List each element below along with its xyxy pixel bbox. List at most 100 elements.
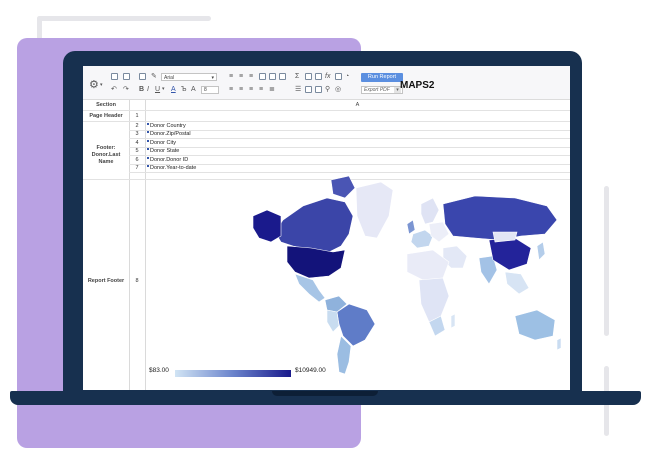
chevron-down-icon: ▾ bbox=[211, 75, 214, 81]
row-number: 8 bbox=[135, 278, 139, 284]
row-number: 6 bbox=[135, 157, 139, 163]
gear-icon[interactable]: ⚙ bbox=[89, 80, 99, 91]
cell-marker-icon bbox=[147, 140, 149, 142]
legend-max-label: $10949.00 bbox=[295, 367, 326, 374]
map-region-scandinavia bbox=[420, 197, 440, 225]
grid-divider bbox=[83, 121, 570, 122]
hyperlink-icon[interactable]: ⚲ bbox=[325, 86, 330, 93]
section-page-header[interactable]: Page Header bbox=[83, 113, 129, 119]
grid-divider bbox=[129, 172, 570, 173]
map-region-new-zealand bbox=[556, 337, 562, 351]
cell-marker-icon bbox=[147, 165, 149, 167]
map-region-japan bbox=[536, 241, 546, 261]
world-map[interactable] bbox=[253, 176, 563, 376]
save-icon[interactable] bbox=[111, 73, 118, 80]
row-number: 5 bbox=[135, 148, 139, 154]
font-size-icon[interactable]: Ъ bbox=[181, 86, 187, 93]
merge-cells-icon[interactable] bbox=[269, 73, 276, 80]
format-painter-icon[interactable] bbox=[139, 73, 146, 80]
laptop-notch bbox=[272, 391, 378, 396]
align-center-icon[interactable]: ≡ bbox=[239, 86, 243, 93]
pencil-icon[interactable]: ✎ bbox=[151, 73, 157, 80]
export-value: Export PDF bbox=[364, 87, 390, 93]
indent-icon[interactable]: ≣ bbox=[269, 86, 275, 93]
cell-marker-icon bbox=[147, 148, 149, 150]
chart-icon[interactable] bbox=[315, 73, 322, 80]
font-color-icon[interactable]: A bbox=[171, 86, 176, 93]
barcode-icon[interactable] bbox=[315, 86, 322, 93]
section-column-header: Section bbox=[96, 102, 116, 108]
fill-icon[interactable]: A bbox=[191, 86, 196, 93]
align-justify-icon[interactable]: ≡ bbox=[259, 86, 263, 93]
gauge-icon[interactable]: ◔ bbox=[345, 73, 349, 80]
row-number: 7 bbox=[135, 165, 139, 171]
grid-divider bbox=[83, 110, 570, 111]
align-bottom-icon[interactable]: ≡ bbox=[249, 73, 253, 80]
font-size-input[interactable]: 8 bbox=[201, 86, 219, 94]
map-region-alaska bbox=[253, 209, 282, 243]
legend-gradient bbox=[175, 370, 291, 377]
crosstab-icon[interactable] bbox=[335, 73, 342, 80]
map-region-canada bbox=[274, 197, 354, 253]
map-icon[interactable]: ◎ bbox=[335, 86, 341, 93]
align-top-icon[interactable]: ≡ bbox=[229, 73, 233, 80]
font-size-value: 8 bbox=[204, 87, 207, 93]
cell-marker-icon bbox=[147, 123, 149, 125]
row-number: 4 bbox=[135, 140, 139, 146]
map-region-central-africa bbox=[418, 277, 450, 323]
redo-icon[interactable]: ↷ bbox=[123, 86, 129, 93]
map-region-europe-west bbox=[410, 229, 434, 249]
cell-marker-icon bbox=[147, 131, 149, 133]
field-cell[interactable]: Donor.Year-to-date bbox=[145, 165, 196, 171]
decorative-line bbox=[604, 186, 609, 336]
section-footer[interactable]: Footer: Donor.Last Name bbox=[87, 145, 125, 166]
row-number: 2 bbox=[135, 123, 139, 129]
report-designer-screen: ⚙ ▾ ↶ ↷ ✎ Arial ▾ B I U ▾ A Ъ A 8 ≡ ≡ ≡ … bbox=[83, 66, 570, 390]
legend-min-label: $83.00 bbox=[149, 367, 169, 374]
toolbar: ⚙ ▾ ↶ ↷ ✎ Arial ▾ B I U ▾ A Ъ A 8 ≡ ≡ ≡ … bbox=[83, 66, 570, 100]
field-cell[interactable]: Donor State bbox=[145, 148, 179, 154]
list-icon[interactable]: ☰ bbox=[295, 86, 301, 93]
cell-marker-icon bbox=[147, 157, 149, 159]
map-region-usa bbox=[286, 245, 346, 279]
map-region-peru bbox=[326, 309, 340, 333]
grid-divider bbox=[129, 147, 570, 148]
table-icon[interactable] bbox=[259, 73, 266, 80]
field-cell[interactable]: Donor City bbox=[145, 140, 176, 146]
field-cell[interactable]: Donor Country bbox=[145, 123, 186, 129]
underline-icon[interactable]: U bbox=[155, 86, 160, 93]
map-region-arctic-islands bbox=[330, 176, 356, 199]
align-right-icon[interactable]: ≡ bbox=[249, 86, 253, 93]
export-select[interactable]: Export PDF ▾ bbox=[361, 86, 403, 94]
map-region-greenland bbox=[355, 181, 394, 239]
report-title[interactable]: MAPS2 bbox=[400, 80, 434, 91]
italic-icon[interactable]: I bbox=[147, 86, 149, 93]
image-icon[interactable] bbox=[305, 73, 312, 80]
section-report-footer[interactable]: Report Footer bbox=[83, 278, 129, 284]
chevron-down-icon[interactable]: ▾ bbox=[100, 82, 103, 89]
function-icon[interactable]: fx bbox=[325, 73, 330, 80]
row-number: 1 bbox=[135, 113, 139, 119]
column-a-header[interactable]: A bbox=[145, 102, 570, 108]
chevron-down-icon[interactable]: ▾ bbox=[162, 86, 165, 93]
font-family-select[interactable]: Arial ▾ bbox=[161, 73, 217, 81]
columns-icon[interactable] bbox=[279, 73, 286, 80]
run-report-button[interactable]: Run Report bbox=[361, 73, 403, 82]
field-cell[interactable]: Donor.Zip/Postal bbox=[145, 131, 191, 137]
row-number: 3 bbox=[135, 131, 139, 137]
bold-icon[interactable]: B bbox=[139, 86, 144, 93]
font-family-value: Arial bbox=[164, 75, 175, 81]
subreport-icon[interactable] bbox=[305, 86, 312, 93]
insert-icon[interactable] bbox=[123, 73, 130, 80]
grid-divider bbox=[129, 138, 570, 139]
align-left-icon[interactable]: ≡ bbox=[229, 86, 233, 93]
align-middle-icon[interactable]: ≡ bbox=[239, 73, 243, 80]
field-cell[interactable]: Donor.Donor ID bbox=[145, 157, 188, 163]
map-region-uk bbox=[406, 219, 416, 235]
undo-icon[interactable]: ↶ bbox=[111, 86, 117, 93]
map-region-southeast-asia bbox=[504, 271, 530, 295]
sum-icon[interactable]: Σ bbox=[295, 73, 299, 80]
grid-divider bbox=[129, 155, 570, 156]
map-region-madagascar bbox=[450, 313, 456, 329]
grid-divider bbox=[129, 130, 570, 131]
